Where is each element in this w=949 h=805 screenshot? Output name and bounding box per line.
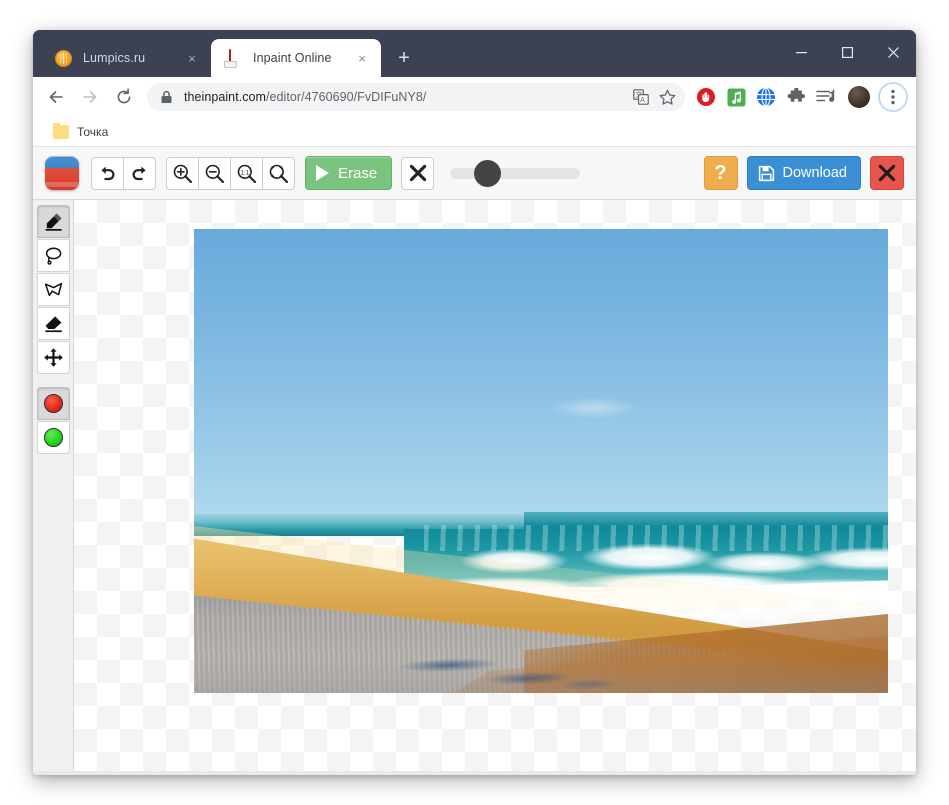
clear-selection-icon[interactable] xyxy=(401,156,435,190)
move-tool[interactable] xyxy=(36,341,70,374)
tab-close-icon[interactable]: × xyxy=(353,49,371,67)
red-circle-icon xyxy=(43,394,63,413)
zoom-in-icon[interactable] xyxy=(166,156,199,190)
app-toolbar: 1:1 Erase ? Download xyxy=(33,147,916,200)
workspace xyxy=(33,200,916,775)
avatar[interactable] xyxy=(845,83,873,111)
tab-close-icon[interactable]: × xyxy=(183,49,201,67)
play-triangle-icon xyxy=(316,165,329,181)
eraser-icon xyxy=(225,48,242,68)
lasso-tool[interactable] xyxy=(36,239,70,272)
orange-circle-icon xyxy=(55,49,72,67)
url-text: theinpaint.com/editor/4760690/FvDIFuNY8/ xyxy=(184,90,427,104)
minimize-button[interactable] xyxy=(778,30,824,74)
polygon-lasso-tool[interactable] xyxy=(36,273,70,306)
tab-strip: Lumpics.ru × Inpaint Online × + xyxy=(33,30,916,77)
erase-button-label: Erase xyxy=(338,164,378,182)
new-tab-button[interactable]: + xyxy=(389,43,419,73)
playlist-extension-icon[interactable] xyxy=(813,84,839,110)
bookmark-label: Точка xyxy=(77,124,109,139)
zoom-fit-icon[interactable] xyxy=(262,156,295,190)
inpaint-logo xyxy=(45,156,79,190)
three-dot-menu-icon[interactable] xyxy=(878,82,908,112)
reload-button[interactable] xyxy=(110,83,138,111)
adblock-extension-icon[interactable] xyxy=(693,84,719,110)
tool-palette xyxy=(33,200,74,775)
bookmark-tochka[interactable]: Точка xyxy=(45,120,116,144)
green-swatch[interactable] xyxy=(36,421,70,454)
canvas-area[interactable] xyxy=(74,200,916,775)
sky-region xyxy=(194,229,888,521)
back-button[interactable] xyxy=(42,83,70,111)
status-strip xyxy=(33,771,916,775)
foreground-shading xyxy=(194,659,888,693)
toolbar-right-group: ? Download xyxy=(703,156,904,190)
globe-extension-icon[interactable] xyxy=(753,84,779,110)
marker-tool[interactable] xyxy=(36,205,70,238)
browser-window: Lumpics.ru × Inpaint Online × + theinpai… xyxy=(33,30,916,775)
music-extension-icon[interactable] xyxy=(723,84,749,110)
puzzle-extensions-icon[interactable] xyxy=(783,84,809,110)
chrome-body: theinpaint.com/editor/4760690/FvDIFuNY8/… xyxy=(33,77,916,147)
undo-icon[interactable] xyxy=(91,156,124,190)
floppy-disk-icon xyxy=(758,165,775,182)
page-root: Lumpics.ru × Inpaint Online × + theinpai… xyxy=(0,0,949,805)
window-controls xyxy=(778,30,916,74)
close-editor-icon[interactable] xyxy=(870,156,904,190)
svg-text:1:1: 1:1 xyxy=(240,169,249,176)
zoom-out-icon[interactable] xyxy=(198,156,231,190)
brush-size-slider-handle[interactable] xyxy=(474,159,502,187)
browser-tab-lumpics[interactable]: Lumpics.ru × xyxy=(41,39,211,77)
svg-text:A: A xyxy=(640,97,645,104)
palette-divider xyxy=(33,375,73,387)
zoom-actual-size-icon[interactable]: 1:1 xyxy=(230,156,263,190)
download-button-label: Download xyxy=(782,165,848,181)
lock-icon xyxy=(160,90,173,104)
eraser-tool[interactable] xyxy=(36,307,70,340)
navigation-toolbar: theinpaint.com/editor/4760690/FvDIFuNY8/… xyxy=(33,77,916,117)
bookmarks-bar: Точка xyxy=(33,117,916,147)
forward-button[interactable] xyxy=(76,83,104,111)
tab-title: Inpaint Online xyxy=(253,51,332,65)
close-window-button[interactable] xyxy=(870,30,916,74)
address-bar[interactable]: theinpaint.com/editor/4760690/FvDIFuNY8/… xyxy=(147,83,685,111)
brush-size-slider[interactable] xyxy=(450,159,581,187)
erase-button[interactable]: Erase xyxy=(305,156,393,190)
green-circle-icon xyxy=(43,428,63,447)
cloud-region xyxy=(549,397,639,419)
download-button[interactable]: Download xyxy=(746,156,861,190)
star-icon[interactable] xyxy=(655,85,679,109)
tab-title: Lumpics.ru xyxy=(83,51,146,65)
inpaint-app: 1:1 Erase ? Download xyxy=(33,147,916,775)
redo-icon[interactable] xyxy=(123,156,156,190)
maximize-button[interactable] xyxy=(824,30,870,74)
help-button[interactable]: ? xyxy=(703,156,738,190)
history-button-group xyxy=(91,156,156,190)
beach-photo[interactable] xyxy=(194,229,888,693)
browser-tab-inpaint[interactable]: Inpaint Online × xyxy=(211,39,381,77)
red-swatch[interactable] xyxy=(36,387,70,420)
zoom-button-group: 1:1 xyxy=(166,156,295,190)
folder-icon xyxy=(53,122,69,139)
translate-icon[interactable]: 文 A xyxy=(629,85,653,109)
